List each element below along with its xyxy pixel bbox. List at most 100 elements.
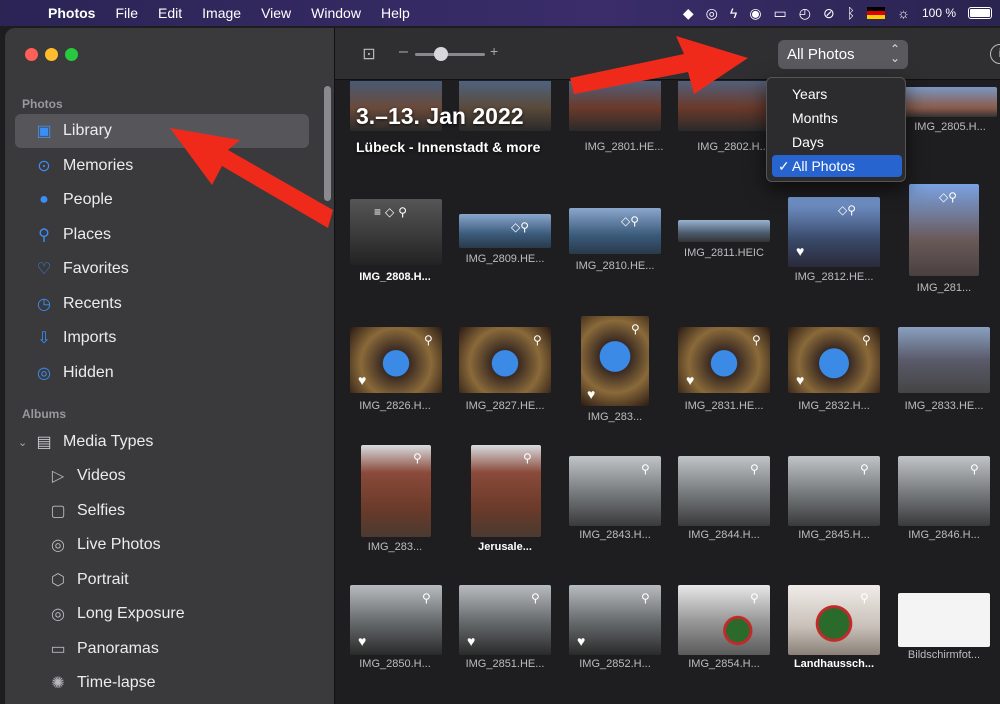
sidebar-item-live-photos[interactable]: ◎ Live Photos bbox=[15, 528, 309, 562]
battery-icon[interactable] bbox=[968, 7, 992, 19]
sidebar-scrollbar[interactable] bbox=[324, 86, 331, 201]
bolt-icon[interactable]: ϟ bbox=[730, 0, 737, 26]
sidebar: Photos ▣ Library ⊙ Memories ● People ⚲ Place… bbox=[5, 28, 335, 704]
photo-thumbnail[interactable]: ⚲ bbox=[788, 456, 880, 526]
photo-thumbnail[interactable]: ⚲ ♥ bbox=[678, 327, 770, 393]
photo-thumbnail[interactable]: ⚲ ♥ bbox=[569, 585, 661, 655]
battery-percent: 100 % bbox=[921, 6, 956, 20]
favorite-heart-icon[interactable]: ♥ bbox=[467, 633, 475, 649]
display-icon[interactable]: ▭ bbox=[774, 0, 787, 26]
tag-location-icons: ◇⚲ bbox=[939, 190, 958, 204]
moment-location-subtitle: Lübeck - Innenstadt & more bbox=[356, 139, 541, 155]
photo-caption: IMG_2809.HE... bbox=[465, 253, 545, 265]
close-window-button[interactable] bbox=[25, 48, 38, 61]
sidebar-item-selfies[interactable]: ▢ Selfies bbox=[15, 494, 309, 528]
favorite-heart-icon[interactable]: ♥ bbox=[577, 633, 585, 649]
bluetooth-icon[interactable]: ᛒ bbox=[847, 0, 855, 26]
menu-window[interactable]: Window bbox=[301, 5, 371, 21]
favorite-heart-icon[interactable]: ♥ bbox=[358, 372, 366, 388]
location-pin-icon: ⚲ bbox=[531, 591, 540, 605]
sidebar-item-long-exposure[interactable]: ◎ Long Exposure bbox=[15, 597, 309, 631]
photo-thumbnail[interactable]: ⚲ bbox=[471, 445, 541, 537]
photo-thumbnail[interactable]: ⚲ bbox=[788, 585, 880, 655]
menu-option-years[interactable]: Years bbox=[772, 83, 902, 105]
photo-caption: IMG_281... bbox=[916, 282, 972, 294]
sidebar-item-recents[interactable]: ◷ Recents bbox=[15, 287, 309, 321]
zoom-slider-knob[interactable] bbox=[434, 47, 448, 61]
photo-thumbnail[interactable] bbox=[678, 220, 770, 242]
photo-caption: IMG_2833.HE... bbox=[904, 400, 984, 412]
menu-edit[interactable]: Edit bbox=[148, 5, 192, 21]
sidebar-item-memories[interactable]: ⊙ Memories bbox=[15, 149, 309, 183]
zoom-window-button[interactable] bbox=[65, 48, 78, 61]
photo-thumbnail[interactable]: ⚲ bbox=[459, 327, 551, 393]
photo-thumbnail[interactable]: ◇⚲ bbox=[459, 214, 551, 248]
photo-thumbnail[interactable]: ⚲ bbox=[678, 585, 770, 655]
zoom-out-label: – bbox=[399, 43, 408, 60]
photo-caption: IMG_2846.H... bbox=[908, 529, 980, 541]
sidebar-item-hidden[interactable]: ◎ Hidden bbox=[15, 356, 309, 390]
photo-thumbnail[interactable]: ⚲ ♥ bbox=[581, 316, 649, 406]
sidebar-item-portrait[interactable]: ⬡ Portrait bbox=[15, 563, 309, 597]
photo-thumbnail[interactable]: ⚲ bbox=[569, 456, 661, 526]
photo-thumbnail[interactable]: ⚲ bbox=[361, 445, 431, 537]
sidebar-item-imports[interactable]: ⇩ Imports bbox=[15, 321, 309, 355]
app-menu[interactable]: Photos bbox=[38, 5, 105, 21]
favorite-heart-icon[interactable]: ♥ bbox=[686, 372, 694, 388]
photo-thumbnail[interactable] bbox=[898, 593, 990, 647]
photo-thumbnail[interactable]: ◇⚲ ♥ bbox=[788, 197, 880, 267]
menu-option-months[interactable]: Months bbox=[772, 107, 902, 129]
favorite-heart-icon[interactable]: ♥ bbox=[796, 243, 804, 259]
sidebar-item-library[interactable]: ▣ Library bbox=[15, 114, 309, 148]
photo-thumbnail[interactable] bbox=[678, 81, 770, 131]
photo-thumbnail[interactable]: ◇⚲ bbox=[569, 208, 661, 254]
zoom-slider[interactable] bbox=[415, 53, 485, 56]
stack-icon: ▤ bbox=[36, 434, 52, 451]
sidebar-item-places[interactable]: ⚲ Places bbox=[15, 218, 309, 252]
menu-option-days[interactable]: Days bbox=[772, 131, 902, 153]
favorite-heart-icon[interactable]: ♥ bbox=[796, 372, 804, 388]
menu-image[interactable]: Image bbox=[192, 5, 251, 21]
brightness-icon[interactable]: ☼ bbox=[897, 0, 910, 26]
sidebar-item-videos[interactable]: ▷ Videos bbox=[15, 459, 309, 493]
photo-thumbnail[interactable] bbox=[898, 327, 990, 393]
photo-thumbnail[interactable]: ⚲ ♥ bbox=[350, 327, 442, 393]
sidebar-item-time-lapse[interactable]: ✺ Time-lapse bbox=[15, 666, 309, 700]
menu-view[interactable]: View bbox=[251, 5, 301, 21]
chevron-down-icon[interactable]: ⌄ bbox=[18, 436, 27, 449]
menu-bar: Photos File Edit Image View Window Help … bbox=[0, 0, 1000, 26]
photo-thumbnail[interactable]: ⚲ ♥ bbox=[788, 327, 880, 393]
aspect-frame-icon[interactable]: ⊡ bbox=[359, 44, 379, 64]
mute-icon[interactable]: ⊘ bbox=[823, 0, 835, 26]
sidebar-item-panoramas[interactable]: ▭ Panoramas bbox=[15, 632, 309, 666]
menu-option-all-photos[interactable]: ✓ All Photos bbox=[772, 155, 902, 177]
view-mode-menu: Years Months Days ✓ All Photos bbox=[766, 77, 906, 182]
location-pin-icon: ⚲ bbox=[970, 462, 979, 476]
accessibility-icon[interactable]: ◎ bbox=[706, 0, 718, 26]
menu-file[interactable]: File bbox=[105, 5, 148, 21]
sidebar-item-favorites[interactable]: ♡ Favorites bbox=[15, 252, 309, 286]
menu-help[interactable]: Help bbox=[371, 5, 420, 21]
photo-thumbnail[interactable]: ⚲ bbox=[678, 456, 770, 526]
photo-thumbnail[interactable]: ≡◇⚲ bbox=[350, 199, 442, 265]
photo-thumbnail[interactable]: ◇⚲ bbox=[909, 184, 979, 276]
long-exposure-icon: ◎ bbox=[51, 606, 65, 623]
photo-thumbnail[interactable] bbox=[569, 81, 661, 131]
malwarebytes-icon[interactable]: ◆ bbox=[683, 0, 694, 26]
sidebar-item-media-types[interactable]: ⌄ ▤ Media Types bbox=[15, 425, 309, 459]
favorite-heart-icon[interactable]: ♥ bbox=[587, 386, 595, 402]
input-source-flag-icon[interactable] bbox=[867, 7, 886, 19]
info-icon[interactable]: i bbox=[990, 44, 1000, 64]
sidebar-item-people[interactable]: ● People bbox=[15, 183, 309, 217]
hotspot-icon[interactable]: ◉ bbox=[749, 0, 761, 26]
photo-thumbnail[interactable] bbox=[905, 87, 997, 117]
time-machine-icon[interactable]: ◴ bbox=[799, 0, 811, 26]
location-pin-icon: ⚲ bbox=[641, 462, 650, 476]
photo-thumbnail[interactable]: ⚲ ♥ bbox=[350, 585, 442, 655]
photo-caption: IMG_283... bbox=[367, 541, 423, 553]
photo-thumbnail[interactable]: ⚲ ♥ bbox=[459, 585, 551, 655]
view-mode-popup[interactable]: All Photos ⌃ ⌄ bbox=[778, 40, 908, 69]
favorite-heart-icon[interactable]: ♥ bbox=[358, 633, 366, 649]
minimize-window-button[interactable] bbox=[45, 48, 58, 61]
photo-thumbnail[interactable]: ⚲ bbox=[898, 456, 990, 526]
